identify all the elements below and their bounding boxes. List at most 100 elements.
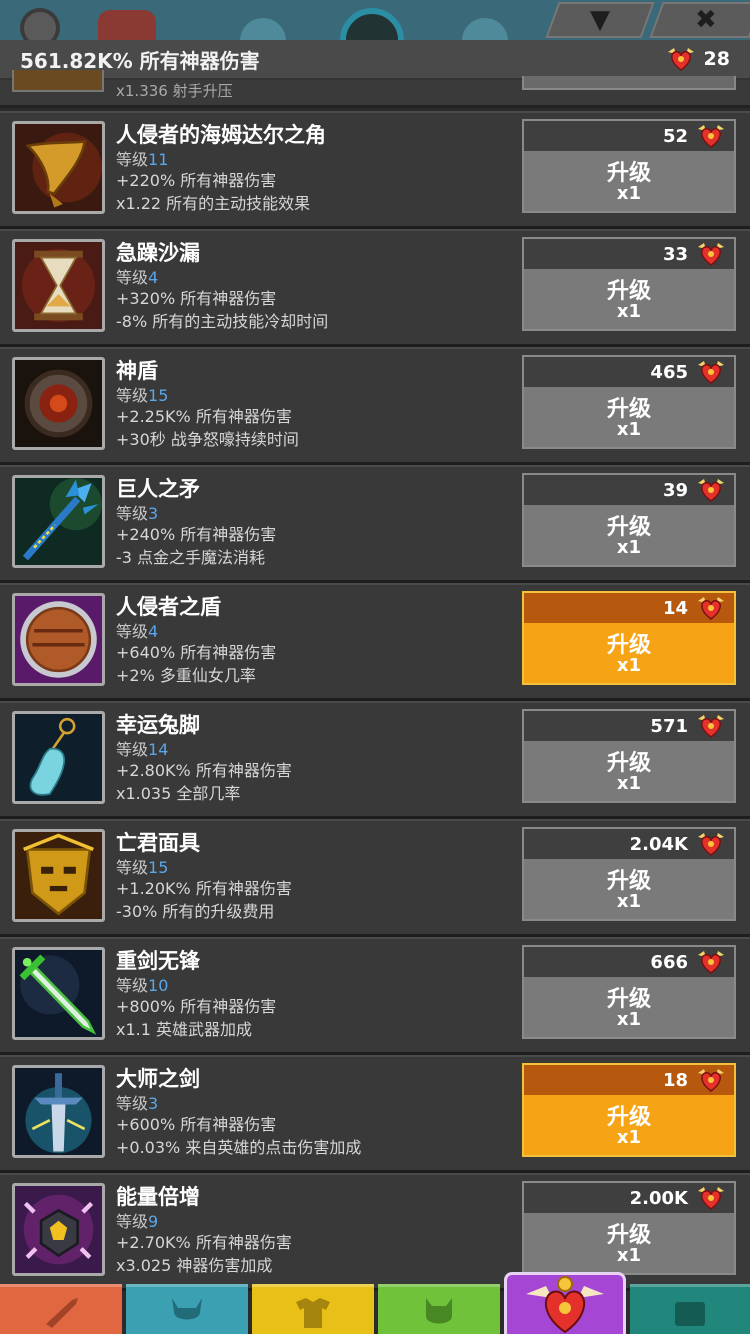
upgrade-button[interactable]: 52 升级 x1 xyxy=(522,119,736,213)
upgrade-cost-value: 571 xyxy=(650,715,688,737)
upgrade-cost-value: 2.04K xyxy=(629,833,688,855)
artifact-effect-secondary: -30% 所有的升级费用 xyxy=(116,902,275,921)
artifact-row-partial: x1.336 射手升压 xyxy=(0,70,750,108)
artifact-effect-secondary: +2% 多重仙女几率 xyxy=(116,666,256,685)
mask-icon[interactable] xyxy=(12,829,105,922)
horn-icon[interactable] xyxy=(12,121,105,214)
upgrade-multiplier: x1 xyxy=(616,1245,642,1266)
upgrade-cost: 52 xyxy=(524,121,734,151)
upgrade-button-partial[interactable] xyxy=(522,76,736,90)
green-sword-icon[interactable] xyxy=(12,947,105,1040)
artifact-row: 能量倍增 等级9 +2.70K% 所有神器伤害 x3.025 神器伤害加成 2.00K 升… xyxy=(0,1173,750,1291)
viking-helmet-icon xyxy=(172,1297,202,1319)
upgrade-cost: 2.04K xyxy=(524,829,734,859)
relic-heart-icon xyxy=(698,1187,724,1210)
upgrade-button[interactable]: 14 升级 x1 xyxy=(522,591,736,685)
upgrade-cost: 33 xyxy=(524,239,734,269)
artifact-list: 人侵者的海姆达尔之角 等级11 +220% 所有神器伤害 x1.22 所有的主动技能效… xyxy=(0,111,750,1291)
relic-heart-icon xyxy=(698,361,724,384)
artifact-name: 幸运兔脚 xyxy=(116,713,200,737)
upgrade-multiplier: x1 xyxy=(616,419,642,440)
artifact-effect-partial: x1.336 射手升压 xyxy=(116,82,233,100)
upgrade-button[interactable]: 33 升级 x1 xyxy=(522,237,736,331)
artifact-effect-secondary: x1.035 全部几率 xyxy=(116,784,241,803)
upgrade-multiplier: x1 xyxy=(616,301,642,322)
trident-icon[interactable] xyxy=(12,475,105,568)
top-navigation-strip: ▼ ✖ xyxy=(0,0,750,72)
upgrade-button[interactable]: 18 升级 x1 xyxy=(522,1063,736,1157)
artifact-row: 重剑无锋 等级10 +800% 所有神器伤害 x1.1 英雄武器加成 666 升级 x1 xyxy=(0,937,750,1055)
chevron-down-icon: ▼ xyxy=(590,5,610,35)
artifact-effect-secondary: -8% 所有的主动技能冷却时间 xyxy=(116,312,329,331)
chest-icon xyxy=(675,1301,705,1326)
winged-heart-icon xyxy=(526,1275,604,1333)
relic-heart-icon xyxy=(698,1069,724,1092)
artifact-effect-secondary: x1.22 所有的主动技能效果 xyxy=(116,194,311,213)
artifact-name: 亡君面具 xyxy=(116,831,200,855)
upgrade-multiplier: x1 xyxy=(616,183,642,204)
upgrade-multiplier: x1 xyxy=(616,537,642,558)
upgrade-cost-value: 666 xyxy=(650,951,688,973)
artifact-name: 人侵者的海姆达尔之角 xyxy=(116,123,326,147)
relic-heart-icon xyxy=(667,48,694,71)
artifact-effect-primary: +2.70K% 所有神器伤害 xyxy=(116,1233,292,1252)
artifact-icon-partial xyxy=(12,70,104,92)
upgrade-cost: 18 xyxy=(524,1065,734,1095)
upgrade-button[interactable]: 39 升级 x1 xyxy=(522,473,736,567)
tab-pets[interactable] xyxy=(378,1284,500,1334)
bottom-tab-bar xyxy=(0,1272,750,1334)
sword-icon xyxy=(46,1297,78,1328)
artifact-effect-primary: +600% 所有神器伤害 xyxy=(116,1115,277,1134)
upgrade-button[interactable]: 465 升级 x1 xyxy=(522,355,736,449)
artifact-effect-primary: +220% 所有神器伤害 xyxy=(116,171,277,190)
clan-helmet-icon[interactable] xyxy=(98,10,156,44)
relic-heart-icon xyxy=(698,479,724,502)
tab-shop[interactable] xyxy=(630,1284,750,1334)
upgrade-cost-value: 18 xyxy=(662,1069,688,1091)
relic-heart-icon xyxy=(698,715,724,738)
artifact-effect-secondary: x3.025 神器伤害加成 xyxy=(116,1256,273,1275)
artifact-name: 大师之剑 xyxy=(116,1067,200,1091)
artifact-name: 人侵者之盾 xyxy=(116,595,221,619)
upgrade-multiplier: x1 xyxy=(616,773,642,794)
artifact-row: 亡君面具 等级15 +1.20K% 所有神器伤害 -30% 所有的升级费用 2.04K 升… xyxy=(0,819,750,937)
master-sword-icon[interactable] xyxy=(12,1065,105,1158)
relic-heart-icon xyxy=(698,125,724,148)
upgrade-cost: 2.00K xyxy=(524,1183,734,1213)
power-crystal-icon[interactable] xyxy=(12,1183,105,1276)
upgrade-button[interactable]: 2.00K 升级 x1 xyxy=(522,1181,736,1275)
artifact-effect-secondary: +30秒 战争怒嚎持续时间 xyxy=(116,430,299,449)
upgrade-cost-value: 39 xyxy=(662,479,688,501)
upgrade-cost-value: 33 xyxy=(662,243,688,265)
artifact-name: 能量倍增 xyxy=(116,1185,200,1209)
upgrade-button[interactable]: 571 升级 x1 xyxy=(522,709,736,803)
upgrade-multiplier: x1 xyxy=(616,655,642,676)
relic-heart-icon xyxy=(698,951,724,974)
upgrade-button[interactable]: 2.04K 升级 x1 xyxy=(522,827,736,921)
tab-equipment[interactable] xyxy=(252,1284,374,1334)
upgrade-cost: 666 xyxy=(524,947,734,977)
artifact-name: 急躁沙漏 xyxy=(116,241,200,265)
hourglass-icon[interactable] xyxy=(12,239,105,332)
upgrade-cost-value: 2.00K xyxy=(629,1187,688,1209)
close-icon: ✖ xyxy=(695,5,717,35)
relic-counter: 28 xyxy=(666,46,730,72)
artifact-row: 人侵者之盾 等级4 +640% 所有神器伤害 +2% 多重仙女几率 14 升级 x1 xyxy=(0,583,750,701)
round-shield-icon[interactable] xyxy=(12,593,105,686)
tab-artifacts[interactable] xyxy=(504,1272,626,1334)
upgrade-multiplier: x1 xyxy=(616,891,642,912)
artifact-effect-primary: +1.20K% 所有神器伤害 xyxy=(116,879,292,898)
upgrade-cost-value: 465 xyxy=(650,361,688,383)
aegis-icon[interactable] xyxy=(12,357,105,450)
artifact-effect-primary: +320% 所有神器伤害 xyxy=(116,289,277,308)
tab-heroes[interactable] xyxy=(126,1284,248,1334)
upgrade-button[interactable]: 666 升级 x1 xyxy=(522,945,736,1039)
upgrade-cost-value: 52 xyxy=(662,125,688,147)
close-panel-button[interactable]: ✖ xyxy=(649,2,750,38)
tab-hero[interactable] xyxy=(0,1284,122,1334)
artifact-row: 巨人之矛 等级3 +240% 所有神器伤害 -3 点金之手魔法消耗 39 升级 x1 xyxy=(0,465,750,583)
rabbit-foot-icon[interactable] xyxy=(12,711,105,804)
collapse-panel-button[interactable]: ▼ xyxy=(545,2,655,38)
artifact-row: 大师之剑 等级3 +600% 所有神器伤害 +0.03% 来自英雄的点击伤害加成 18 升… xyxy=(0,1055,750,1173)
relic-count-value: 28 xyxy=(703,48,730,70)
